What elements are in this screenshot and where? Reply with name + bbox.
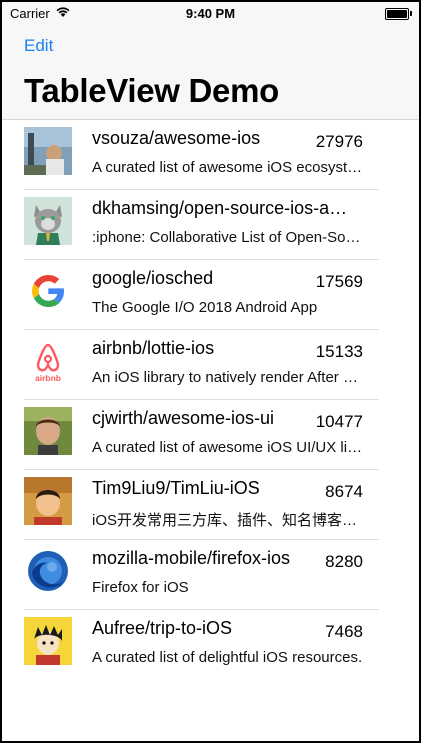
repo-description: A curated list of delightful iOS resourc…: [92, 649, 363, 666]
repo-description: iOS开发常用三方库、插件、知名博客等等: [92, 512, 364, 529]
repo-name: Tim9Liu9/TimLiu-iOS: [92, 478, 260, 498]
repo-description: A curated list of awesome iOS ecosystem,…: [92, 159, 364, 176]
status-bar: Carrier 9:40 PM: [2, 2, 419, 24]
star-count: 8280: [325, 552, 363, 571]
photo-avatar: [24, 477, 72, 525]
star-count: 8674: [325, 482, 363, 501]
table-row[interactable]: Aufree/trip-to-iOS 7468 A curated list o…: [24, 610, 379, 679]
star-count: 15133: [315, 342, 363, 361]
repo-table[interactable]: vsouza/awesome-ios 27976 A curated list …: [2, 120, 419, 679]
star-count: 10477: [315, 412, 363, 431]
repo-name: vsouza/awesome-ios: [92, 128, 261, 148]
repo-description: A curated list of awesome iOS UI/UX libr…: [92, 439, 364, 456]
airbnb-logo-icon: airbnb: [24, 337, 72, 385]
repo-description: :iphone: Collaborative List of Open-Sour…: [92, 229, 364, 246]
navigation-bar: Carrier 9:40 PM Edit TableView Demo: [2, 2, 419, 120]
table-row[interactable]: airbnb airbnb/lottie-ios 15133 An iOS li…: [24, 330, 379, 400]
firefox-logo-icon: [24, 547, 72, 595]
photo-avatar: [24, 407, 72, 455]
repo-description: Firefox for iOS: [92, 579, 189, 596]
repo-name: airbnb/lottie-ios: [92, 338, 215, 358]
clock-label: 9:40 PM: [185, 6, 236, 21]
battery-icon: [385, 8, 412, 20]
table-row[interactable]: google/iosched 17569 The Google I/O 2018…: [24, 260, 379, 330]
repo-name: dkhamsing/open-source-ios-apps: [92, 198, 357, 218]
star-count: 7468: [325, 622, 363, 641]
table-row[interactable]: cjwirth/awesome-ios-ui 10477 A curated l…: [24, 400, 379, 470]
google-logo-icon: [24, 267, 72, 315]
table-row[interactable]: mozilla-mobile/firefox-ios 8280 Firefox …: [24, 540, 379, 610]
repo-name: cjwirth/awesome-ios-ui: [92, 408, 275, 428]
star-count: 27976: [315, 132, 363, 151]
cartoon-avatar: [24, 617, 72, 665]
repo-name: mozilla-mobile/firefox-ios: [92, 548, 291, 568]
repo-name: Aufree/trip-to-iOS: [92, 618, 233, 638]
edit-button[interactable]: Edit: [24, 36, 53, 56]
star-count: 17569: [315, 272, 363, 291]
page-title: TableView Demo: [24, 72, 279, 109]
photo-avatar: [24, 127, 72, 175]
svg-text:airbnb: airbnb: [35, 373, 61, 383]
table-row[interactable]: dkhamsing/open-source-ios-apps :iphone: …: [24, 190, 379, 260]
table-row[interactable]: vsouza/awesome-ios 27976 A curated list …: [24, 120, 379, 190]
app-screen: Carrier 9:40 PM Edit TableView Demo vsou…: [2, 2, 419, 741]
repo-description: An iOS library to natively render After …: [92, 369, 364, 386]
repo-name: google/iosched: [92, 268, 214, 288]
table-row[interactable]: Tim9Liu9/TimLiu-iOS 8674 iOS开发常用三方库、插件、知…: [24, 470, 379, 540]
repo-description: The Google I/O 2018 Android App: [92, 299, 318, 316]
cat-avatar: [24, 197, 72, 245]
